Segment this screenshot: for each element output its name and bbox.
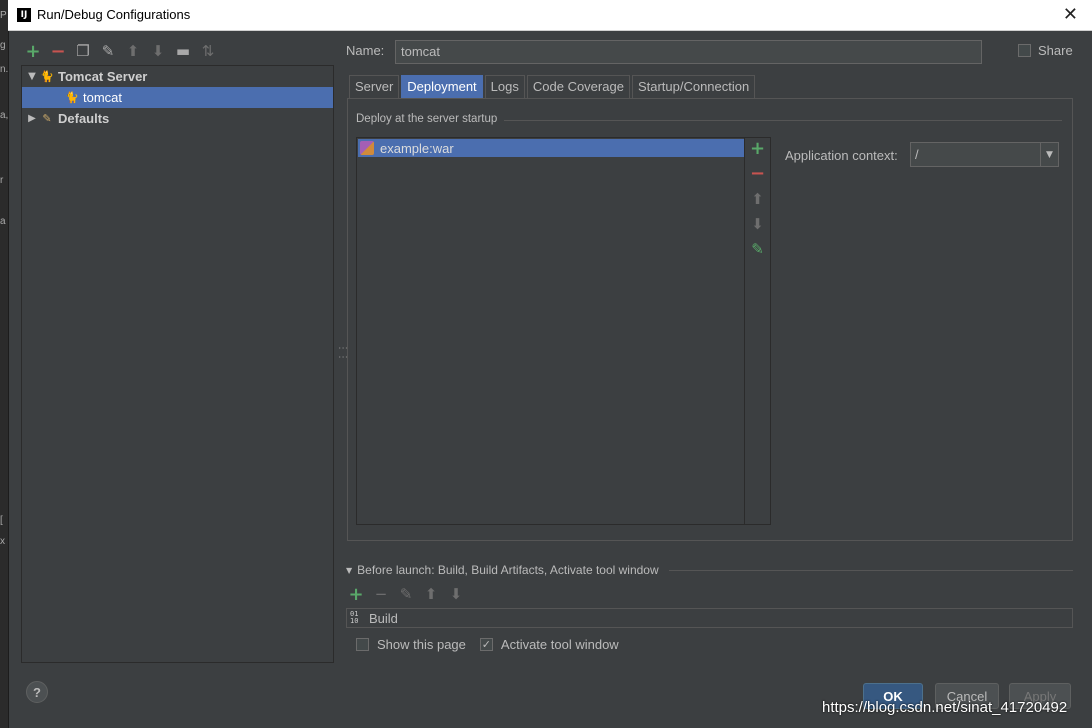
tree-item-tomcat-server[interactable]: ▼ 🐈 Tomcat Server: [22, 66, 333, 87]
collapse-arrow-icon[interactable]: ▶: [25, 113, 39, 124]
tomcat-icon: 🐈: [65, 91, 79, 104]
tab-code-coverage[interactable]: Code Coverage: [526, 75, 630, 98]
bg-mark: [: [0, 515, 3, 526]
tab-server[interactable]: Server: [349, 75, 400, 98]
edit-icon[interactable]: ✎: [396, 584, 416, 604]
remove-icon[interactable]: −: [745, 163, 770, 184]
add-icon[interactable]: +: [745, 138, 770, 159]
bg-mark: g: [0, 40, 6, 51]
group-title: Deploy at the server startup: [356, 113, 498, 125]
help-button[interactable]: ?: [26, 681, 48, 703]
folder-icon[interactable]: ▬: [173, 41, 193, 61]
list-item[interactable]: Build: [369, 611, 398, 626]
artifact-label: example:war: [380, 140, 454, 156]
wrench-icon[interactable]: ✎: [98, 41, 118, 61]
bg-mark: r: [0, 175, 4, 186]
activate-tool-window-checkbox[interactable]: ✓: [479, 638, 493, 651]
name-label: Name:: [346, 43, 385, 58]
deploy-list[interactable]: example:war: [356, 137, 745, 525]
application-context-select[interactable]: / ▼: [910, 142, 1059, 167]
before-launch-title: Before launch: Build, Build Artifacts, A…: [357, 563, 659, 577]
share-label: Share: [1038, 43, 1073, 58]
tree-item-label: Tomcat Server: [58, 69, 148, 84]
config-toolbar: + − ❐ ✎ ⬆ ⬇ ▬ ⇅: [23, 41, 218, 62]
activate-tool-window-label: Activate tool window: [500, 637, 619, 652]
copy-icon[interactable]: ❐: [73, 41, 93, 61]
add-icon[interactable]: +: [346, 584, 366, 605]
intellij-icon: IJ: [17, 8, 31, 22]
application-context-value: /: [915, 147, 919, 162]
collapse-arrow-icon[interactable]: ▼: [346, 566, 352, 575]
bg-mark: a,t: [0, 110, 8, 121]
bg-mark: a: [0, 216, 6, 227]
before-launch-options: Show this page ✓ Activate tool window: [356, 637, 619, 652]
name-input[interactable]: tomcat: [395, 40, 982, 64]
build-icon: 01 10: [350, 610, 359, 625]
title-bar: IJ Run/Debug Configurations ✕: [8, 0, 1092, 31]
edit-icon[interactable]: ✎: [745, 240, 770, 258]
window-title: Run/Debug Configurations: [37, 7, 191, 22]
tree-item-label: Defaults: [58, 111, 110, 126]
expand-arrow-icon[interactable]: ▼: [25, 71, 39, 82]
close-icon[interactable]: ✕: [1063, 4, 1078, 25]
before-launch-header[interactable]: ▼ Before launch: Build, Build Artifacts,…: [346, 563, 659, 577]
bg-mark: P: [0, 10, 7, 21]
wrench-icon: ✎: [42, 112, 52, 125]
list-item[interactable]: example:war: [358, 139, 744, 157]
deployment-panel: Deploy at the server startup example:war…: [347, 98, 1073, 541]
config-tree: ▼ 🐈 Tomcat Server 🐈 tomcat ▶ ✎ Defaults: [21, 65, 334, 663]
before-launch-toolbar: + − ✎ ⬆ ⬇: [346, 584, 466, 605]
bg-mark: n.: [0, 64, 8, 75]
sort-icon[interactable]: ⇅: [198, 41, 218, 61]
tab-startup-connection[interactable]: Startup/Connection: [631, 75, 756, 98]
deploy-side-toolbar: + − ⬆ ⬇ ✎: [745, 137, 771, 525]
run-debug-dialog: + − ❐ ✎ ⬆ ⬇ ▬ ⇅ ▼ 🐈 Tomcat Server 🐈 tomc…: [8, 31, 1092, 728]
move-down-icon[interactable]: ⬇: [148, 41, 168, 61]
share-checkbox-box[interactable]: [1018, 44, 1031, 57]
separator: [669, 570, 1073, 571]
show-page-label: Show this page: [377, 637, 466, 652]
before-launch-list[interactable]: 01 10 Build: [346, 608, 1073, 628]
show-page-checkbox[interactable]: [356, 638, 369, 651]
tree-item-label: tomcat: [83, 90, 123, 105]
tomcat-icon: 🐈: [40, 70, 54, 83]
remove-icon[interactable]: −: [48, 41, 68, 62]
tab-logs[interactable]: Logs: [484, 75, 525, 98]
move-up-icon[interactable]: ⬆: [745, 190, 770, 208]
move-up-icon[interactable]: ⬆: [123, 41, 143, 61]
add-icon[interactable]: +: [23, 41, 43, 62]
watermark: https://blog.csdn.net/sinat_41720492: [822, 699, 1068, 716]
move-down-icon[interactable]: ⬇: [446, 584, 466, 604]
bg-mark: x: [0, 536, 5, 547]
chevron-down-icon[interactable]: ▼: [1040, 143, 1058, 166]
tree-item-tomcat[interactable]: 🐈 tomcat: [22, 87, 333, 108]
tree-item-defaults[interactable]: ▶ ✎ Defaults: [22, 108, 333, 129]
config-tabs: Server Deployment Logs Code Coverage Sta…: [349, 75, 757, 98]
application-context-label: Application context:: [785, 148, 898, 163]
move-down-icon[interactable]: ⬇: [745, 215, 770, 233]
tab-deployment[interactable]: Deployment: [401, 75, 483, 98]
separator: [504, 120, 1062, 121]
remove-icon[interactable]: −: [371, 584, 391, 604]
background-ide-strip: P n. g a,t r a [ x: [0, 0, 8, 728]
artifact-icon: [360, 141, 374, 155]
move-up-icon[interactable]: ⬆: [421, 584, 441, 604]
share-checkbox[interactable]: Share: [1018, 43, 1073, 58]
